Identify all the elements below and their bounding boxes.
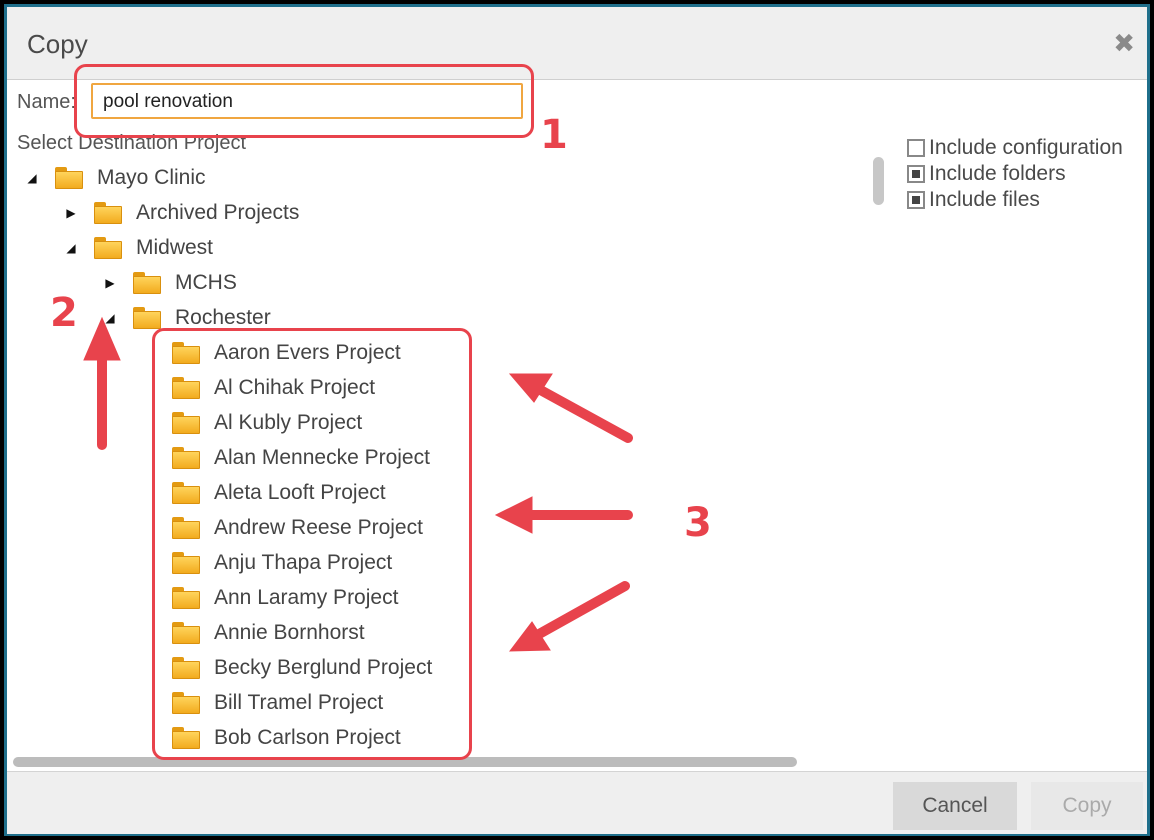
option-label: Include folders — [929, 162, 1066, 185]
folder-icon — [94, 236, 122, 259]
checkbox[interactable] — [907, 191, 925, 209]
folder-icon — [133, 271, 161, 294]
option-include-configuration[interactable]: Include configuration — [907, 135, 1123, 161]
tree-item-label: MCHS — [175, 270, 237, 294]
checkbox[interactable] — [907, 139, 925, 157]
annotation-box-projects — [152, 328, 472, 760]
annotation-number-3: 3 — [684, 500, 712, 546]
checkbox[interactable] — [907, 165, 925, 183]
close-icon[interactable]: ✖ — [1113, 30, 1135, 56]
folder-icon — [133, 306, 161, 329]
copy-options: Include configuration Include folders Incl… — [907, 135, 1123, 213]
option-label: Include files — [929, 188, 1040, 211]
folder-icon — [94, 201, 122, 224]
option-include-folders[interactable]: Include folders — [907, 161, 1123, 187]
collapsed-icon[interactable]: ▶ — [62, 206, 80, 220]
tree-item[interactable]: ◢ Mayo Clinic — [23, 160, 206, 195]
name-label: Name: — [17, 91, 76, 113]
expanded-icon[interactable]: ◢ — [62, 241, 80, 255]
expanded-icon[interactable]: ◢ — [101, 311, 119, 325]
collapsed-icon[interactable]: ▶ — [101, 276, 119, 290]
tree-item-label: Archived Projects — [136, 200, 300, 224]
annotation-number-2: 2 — [50, 290, 78, 336]
tree-item-label: Rochester — [175, 305, 271, 329]
option-include-files[interactable]: Include files — [907, 187, 1123, 213]
annotation-number-1: 1 — [540, 112, 568, 158]
option-label: Include configuration — [929, 136, 1123, 159]
copy-button[interactable]: Copy — [1031, 782, 1143, 830]
cancel-button[interactable]: Cancel — [893, 782, 1017, 830]
folder-icon — [55, 166, 83, 189]
dialog-title: Copy — [27, 29, 88, 59]
tree-item[interactable]: ▶ Archived Projects — [62, 195, 299, 230]
dialog-footer: Cancel Copy — [7, 771, 1147, 834]
tree-item-label: Midwest — [136, 235, 214, 259]
tree-item[interactable]: ◢ Midwest — [62, 230, 213, 265]
expanded-icon[interactable]: ◢ — [23, 171, 41, 185]
vertical-scrollbar[interactable] — [873, 157, 884, 205]
tree-item-label: Mayo Clinic — [97, 165, 206, 189]
annotation-box-name — [74, 64, 534, 138]
tree-item[interactable]: ▶ MCHS — [101, 265, 237, 300]
